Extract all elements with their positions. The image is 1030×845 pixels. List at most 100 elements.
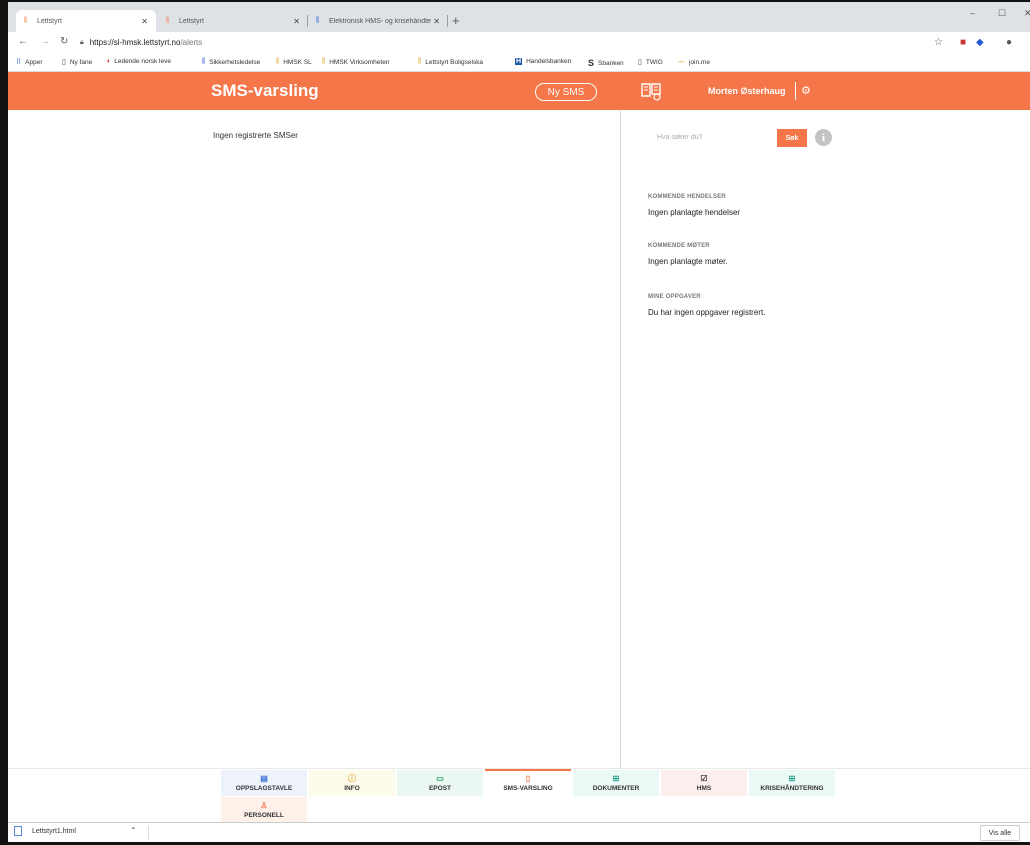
page-title: SMS-varsling xyxy=(211,81,319,100)
minimize-button[interactable]: – xyxy=(970,8,975,18)
tab-title: Elektronisk HMS- og krisehåndte xyxy=(329,17,431,25)
lettstyrt-favicon-icon: ⫼ xyxy=(166,17,170,24)
new-tab-button[interactable]: + xyxy=(452,13,460,28)
bookmarks-bar: ⠿ Apper ▯ Ny fane ◖ Ledende norsk leve ⫼ Sik… xyxy=(8,54,1030,72)
download-file-name: Lettstyrt1.html xyxy=(32,827,76,835)
tab-krisehandtering[interactable]: ⊞ KRISEHÅNDTERING xyxy=(749,770,835,796)
chevron-up-icon[interactable]: ⌃ xyxy=(130,826,137,835)
extension-icon[interactable]: ■ xyxy=(960,37,966,48)
bookmark-label: HMSK Virksomheten xyxy=(329,58,390,66)
tab-label: SMS-VARSLING xyxy=(503,785,553,792)
tab-label: PERSONELL xyxy=(244,812,284,819)
close-window-button[interactable]: ✕ xyxy=(1024,8,1030,19)
bookmark-item[interactable]: S Sbanken xyxy=(588,58,624,68)
close-tab-icon[interactable]: ✕ xyxy=(293,17,300,26)
lettstyrt-icon: ⫼ xyxy=(418,58,422,65)
maximize-button[interactable]: ☐ xyxy=(998,8,1006,19)
user-name[interactable]: Morten Østerhaug xyxy=(708,86,786,96)
page-icon: ▯ xyxy=(638,59,642,66)
url-path: /alerts xyxy=(180,38,203,47)
page-icon: ▯ xyxy=(62,59,66,66)
manual-book-icon[interactable] xyxy=(640,81,662,101)
bookmark-item[interactable]: ⫼ Lettstyrt Boligselska xyxy=(418,58,483,66)
search-input[interactable] xyxy=(648,128,778,146)
bookmark-label: join.me xyxy=(689,58,710,66)
close-tab-icon[interactable]: ✕ xyxy=(433,17,440,26)
bookmark-item[interactable]: ⠿ Apper xyxy=(16,58,43,67)
joinme-icon: ⁓ xyxy=(678,59,685,66)
documents-icon: ⊞ xyxy=(612,774,620,783)
bookmark-item[interactable]: ▯ TWIG xyxy=(638,58,663,67)
bookmark-label: Handelsbanken xyxy=(526,58,572,65)
lettstyrt-favicon-icon: ⫼ xyxy=(316,17,320,24)
lettstyrt-icon: ⫼ xyxy=(322,58,326,65)
url-host: https://sl-hmsk.lettstyrt.no xyxy=(89,38,181,47)
checklist-icon: ☑ xyxy=(700,774,708,783)
tab-personell[interactable]: ♙ PERSONELL xyxy=(221,797,307,823)
bookmark-item[interactable]: ▯ Ny fane xyxy=(62,58,92,67)
apps-grid-icon: ⠿ xyxy=(16,59,22,66)
lettstyrt-icon: ⫼ xyxy=(202,58,206,65)
bookmark-item[interactable]: ⫼ HMSK Virksomheten xyxy=(322,58,389,66)
upcoming-meetings-heading: KOMMENDE MØTER xyxy=(648,243,710,249)
info-circle-icon: ⓘ xyxy=(348,774,356,783)
back-arrow-icon[interactable]: ← xyxy=(18,36,28,47)
star-icon[interactable]: ☆ xyxy=(934,37,943,48)
extension-shield-icon[interactable]: ◆ xyxy=(976,37,984,48)
bookmark-label: Sbanken xyxy=(598,59,624,67)
tab-hms[interactable]: ☑ HMS xyxy=(661,770,747,796)
board-icon: ▤ xyxy=(260,774,268,783)
bookmark-item[interactable]: ⁓ join.me xyxy=(678,58,710,67)
my-tasks-heading: MINE OPPGAVER xyxy=(648,294,701,300)
bookmark-item[interactable]: ◖ Ledende norsk leve xyxy=(106,58,171,65)
tab-label: OPPSLAGSTAVLE xyxy=(235,785,293,792)
tab-label: HMS xyxy=(696,785,712,792)
forward-arrow-icon[interactable]: → xyxy=(40,36,50,47)
handelsbanken-icon: H xyxy=(515,58,523,65)
person-icon: ♙ xyxy=(260,801,268,810)
tab-label: EPOST xyxy=(428,785,452,792)
empty-state-text: Ingen registrerte SMSer xyxy=(213,131,298,140)
bookmark-label: Lettstyrt Boligselska xyxy=(425,58,484,66)
tab-sms-varsling[interactable]: ▯ SMS-VARSLING xyxy=(485,769,571,795)
tab-dokumenter[interactable]: ⊞ DOKUMENTER xyxy=(573,770,659,796)
tab-info[interactable]: ⓘ INFO xyxy=(309,770,395,796)
tab-separator xyxy=(447,15,448,27)
crisis-icon: ⊞ xyxy=(788,774,796,783)
address-bar-row: ← → ↻ 🔒︎ https://sl-hmsk.lettstyrt.no/al… xyxy=(8,32,1030,54)
tab-epost[interactable]: ▭ EPOST xyxy=(397,770,483,796)
main-content: Ingen registrerte SMSer xyxy=(8,110,620,768)
tab-oppslagstavle[interactable]: ▤ OPPSLAGSTAVLE xyxy=(221,770,307,796)
search-button[interactable]: Søk xyxy=(777,129,807,147)
show-all-button[interactable]: Vis alle xyxy=(980,825,1020,841)
bookmark-item[interactable]: ⫼ Sikkerhetsledelse xyxy=(202,58,260,66)
close-tab-icon[interactable]: ✕ xyxy=(141,17,148,26)
bookmark-item[interactable]: ⫼ HMSK SL xyxy=(276,58,312,66)
reload-icon[interactable]: ↻ xyxy=(60,36,68,47)
bottom-navigation: ▤ OPPSLAGSTAVLE ⓘ INFO ▭ EPOST ▯ SMS-VAR… xyxy=(8,768,1030,823)
info-icon[interactable]: i xyxy=(815,129,832,146)
bookmark-label: Sikkerhetsledelse xyxy=(209,58,261,66)
lettstyrt-favicon-icon: ⫼ xyxy=(24,17,28,24)
app-header: SMS-varsling Ny SMS Morten Østerhaug ⚙ xyxy=(8,72,1030,110)
tab-strip: ⫼ Lettstyrt ✕ ⫼ Lettstyrt ✕ ⫼ Elektronis… xyxy=(8,2,1030,32)
tab-title: Lettstyrt xyxy=(37,17,62,25)
chat-icon: ▭ xyxy=(436,774,444,783)
lips-icon: ◖ xyxy=(106,58,111,65)
lettstyrt-icon: ⫼ xyxy=(276,58,280,65)
browser-tab[interactable]: ⫼ Lettstyrt ✕ xyxy=(158,10,308,32)
phone-icon: ▯ xyxy=(525,774,531,783)
new-sms-button[interactable]: Ny SMS xyxy=(535,83,597,101)
browser-tab[interactable]: ⫼ Elektronisk HMS- og krisehåndte ✕ xyxy=(308,10,448,32)
upcoming-meetings-text: Ingen planlagte møter. xyxy=(648,257,728,266)
url-field[interactable]: 🔒︎ https://sl-hmsk.lettstyrt.no/alerts xyxy=(80,38,202,47)
sbanken-icon: S xyxy=(588,58,595,68)
gear-icon[interactable]: ⚙ xyxy=(801,84,811,97)
side-panel: Søk i KOMMENDE HENDELSER Ingen planlagte… xyxy=(621,110,1030,768)
account-icon[interactable]: ● xyxy=(1006,37,1012,48)
download-item[interactable]: Lettstyrt1.html xyxy=(14,826,76,836)
browser-tab[interactable]: ⫼ Lettstyrt ✕ xyxy=(16,10,156,32)
bookmark-item[interactable]: H Handelsbanken xyxy=(515,58,571,65)
upcoming-events-text: Ingen planlagte hendelser xyxy=(648,208,741,217)
download-separator xyxy=(148,826,149,840)
